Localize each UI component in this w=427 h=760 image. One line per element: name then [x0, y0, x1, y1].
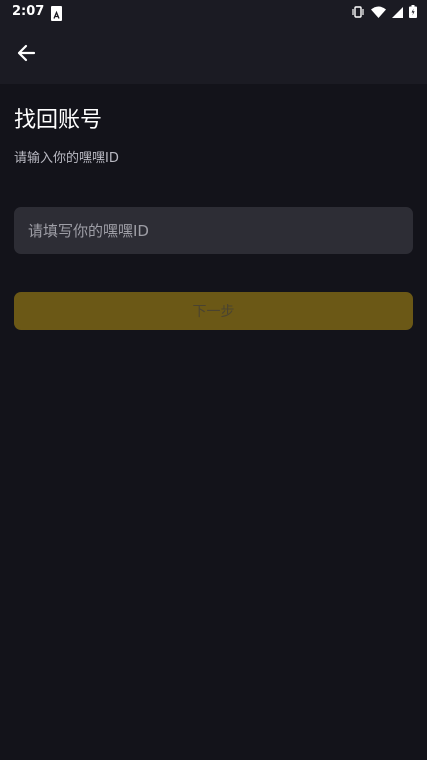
id-input[interactable]: [14, 207, 413, 254]
id-input-container: [14, 207, 413, 254]
wifi-icon: [371, 3, 386, 22]
page-title: 找回账号: [14, 108, 103, 133]
back-button[interactable]: [8, 37, 44, 73]
next-button[interactable]: 下一步: [14, 292, 413, 330]
status-time: 2:07: [12, 4, 45, 19]
signal-icon: [392, 3, 403, 22]
arrow-left-icon: [16, 43, 36, 67]
vibrate-icon: [351, 3, 365, 22]
page-subtitle: 请输入你的嘿嘿ID: [14, 151, 119, 166]
a-letter-icon: [51, 6, 62, 21]
app-bar: [0, 24, 427, 84]
status-icons: [351, 4, 417, 20]
battery-icon: [409, 3, 417, 22]
status-bar: 2:07: [0, 0, 427, 24]
